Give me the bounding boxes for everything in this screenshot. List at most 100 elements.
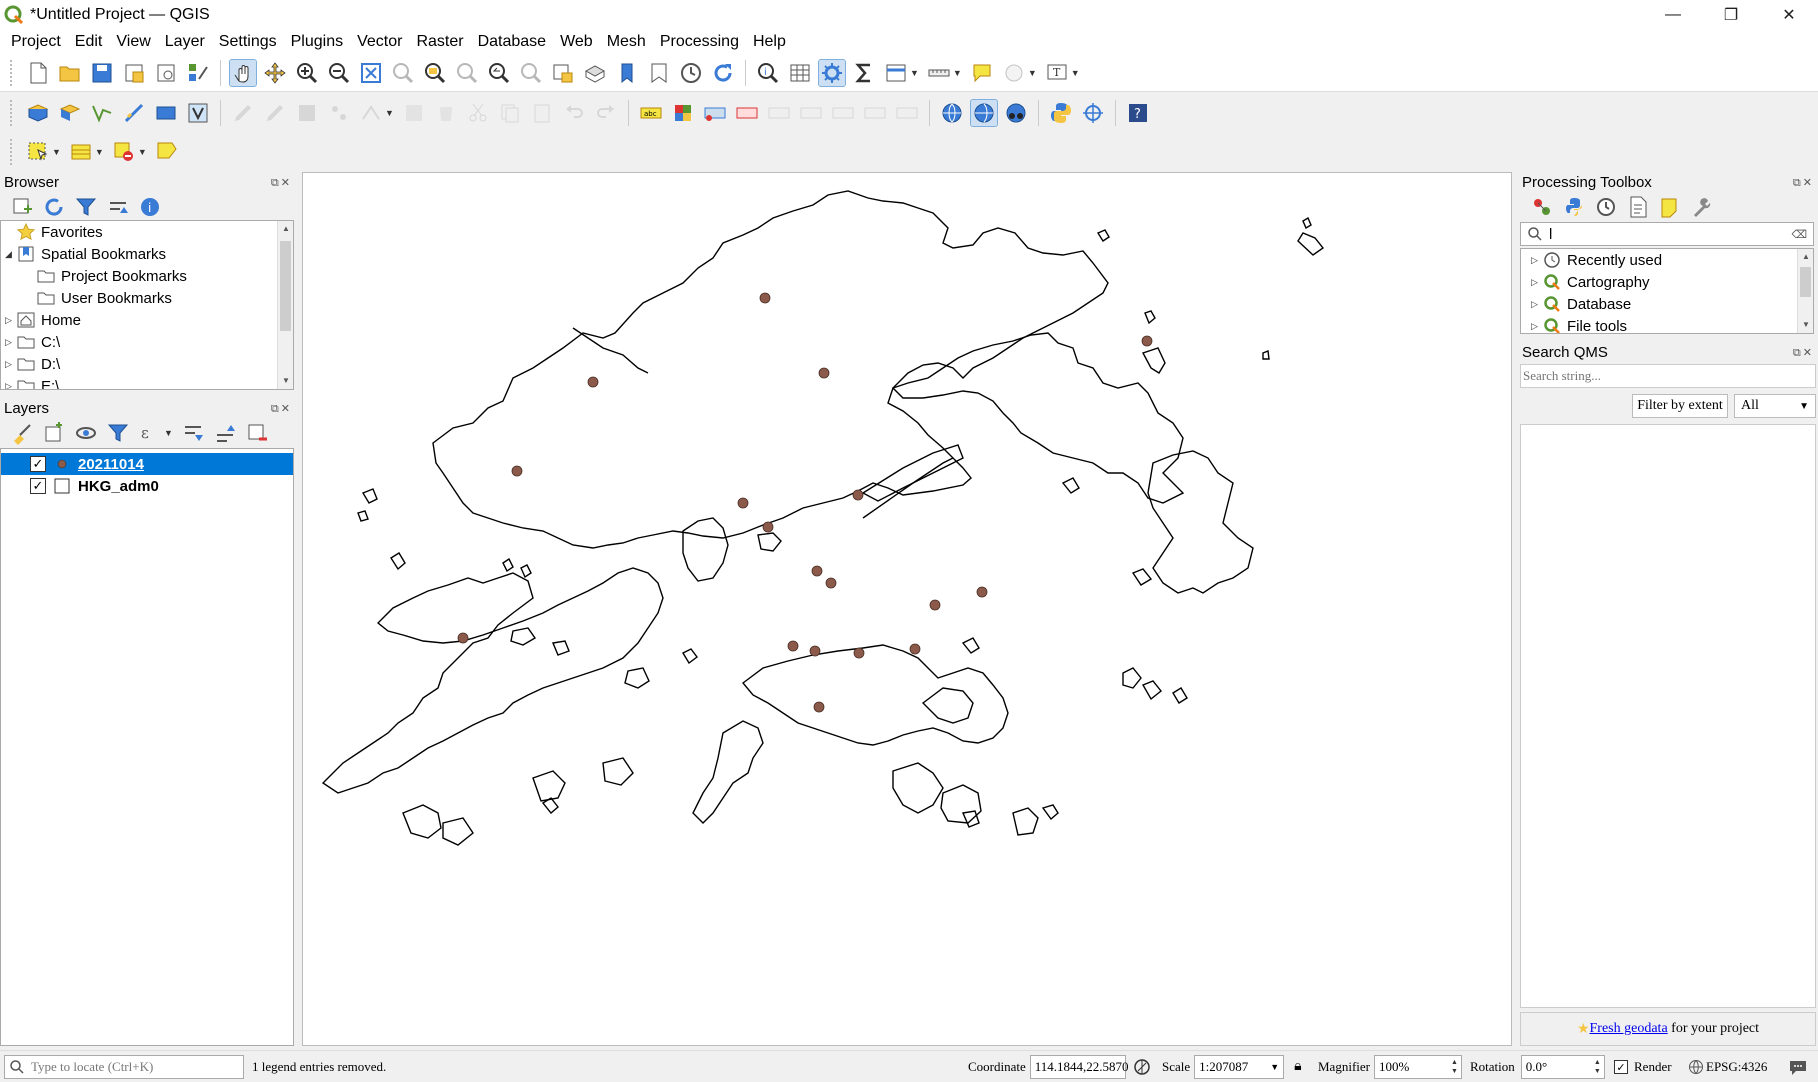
menu-web[interactable]: Web (553, 33, 600, 51)
scrollbar-thumb[interactable] (1800, 267, 1811, 297)
spin-arrows-icon[interactable]: ▲ ▼ (1451, 1058, 1458, 1076)
lock-scale-icon[interactable]: 🔒︎ (1294, 1059, 1301, 1075)
current-edits-icon[interactable] (230, 100, 256, 126)
menu-help[interactable]: Help (746, 33, 793, 51)
render-checkbox[interactable]: ✓ (1614, 1060, 1628, 1074)
zoom-full-icon[interactable] (358, 60, 384, 86)
select-by-location-icon[interactable] (154, 139, 180, 165)
undo-icon[interactable] (561, 100, 587, 126)
show-labels-icon[interactable] (1001, 60, 1027, 86)
maximize-button[interactable]: ❐ (1702, 0, 1760, 30)
help-icon[interactable]: ? (1125, 100, 1151, 126)
tree-item-spatial-bookmarks[interactable]: ◢ Spatial Bookmarks (5, 243, 166, 265)
style-manager-icon[interactable] (185, 60, 211, 86)
coordinate-capture-icon[interactable] (1080, 100, 1106, 126)
text-annotation-icon[interactable]: T (1044, 60, 1070, 86)
provider-cartography[interactable]: ▷ Cartography (1531, 271, 1650, 293)
rotate-label-icon[interactable] (830, 100, 856, 126)
filter-by-expression-icon[interactable]: ε (137, 420, 163, 446)
zoom-next-icon[interactable] (518, 60, 544, 86)
data-source-manager-icon[interactable] (25, 100, 51, 126)
options-wrench-icon[interactable] (1689, 194, 1715, 220)
scroll-up-icon[interactable]: ▲ (1798, 249, 1813, 265)
provider-file-tools[interactable]: ▷ File tools (1531, 315, 1627, 333)
pin-labels-icon[interactable] (734, 100, 760, 126)
attribute-table-icon[interactable] (787, 60, 813, 86)
processing-toolbox-icon[interactable] (818, 58, 846, 87)
new-shapefile-layer-icon[interactable] (89, 100, 115, 126)
locator-input[interactable]: Type to locate (Ctrl+K) (4, 1055, 244, 1079)
zoom-native-icon[interactable] (454, 60, 480, 86)
map-point[interactable] (759, 292, 771, 304)
map-point[interactable] (809, 645, 821, 657)
menu-settings[interactable]: Settings (212, 33, 284, 51)
messages-icon[interactable] (1788, 1051, 1808, 1082)
refresh-icon[interactable] (710, 60, 736, 86)
redo-icon[interactable] (593, 100, 619, 126)
save-project-icon[interactable] (89, 60, 115, 86)
chevron-down-icon[interactable]: ▼ (1028, 68, 1037, 78)
scroll-down-icon[interactable]: ▼ (1798, 317, 1813, 333)
manage-map-themes-icon[interactable] (73, 420, 99, 446)
chevron-down-icon[interactable]: ▼ (953, 68, 962, 78)
vertex-tool-icon[interactable] (358, 100, 384, 126)
toggle-editing-icon[interactable] (262, 100, 288, 126)
globe-download-icon[interactable] (939, 100, 965, 126)
add-selected-layers-icon[interactable] (9, 194, 35, 220)
tree-item-project-bookmarks[interactable]: Project Bookmarks (37, 265, 187, 287)
tree-item-user-bookmarks[interactable]: User Bookmarks (37, 287, 172, 309)
map-point[interactable] (976, 586, 988, 598)
coordinate-toggle-icon[interactable] (1132, 1057, 1152, 1077)
toolbar-grip[interactable] (10, 139, 16, 165)
new-bookmark-icon[interactable] (614, 60, 640, 86)
zoom-last-icon[interactable] (486, 60, 512, 86)
panel-float-close-icon[interactable]: ⧉✕ (271, 176, 292, 190)
zoom-out-icon[interactable] (326, 60, 352, 86)
map-point[interactable] (762, 521, 774, 533)
map-canvas[interactable] (302, 172, 1512, 1046)
close-button[interactable]: ✕ (1760, 0, 1818, 30)
filter-legend-icon[interactable] (105, 420, 131, 446)
chevron-down-icon[interactable]: ▼ (910, 68, 919, 78)
layout-manager-icon[interactable] (153, 60, 179, 86)
menu-project[interactable]: Project (4, 33, 68, 51)
pan-map-icon[interactable] (229, 58, 257, 87)
scroll-down-icon[interactable]: ▼ (278, 373, 293, 389)
scroll-up-icon[interactable]: ▲ (278, 221, 293, 237)
collapse-all-icon[interactable] (105, 194, 131, 220)
clear-search-icon[interactable]: ⌫ (1791, 228, 1807, 241)
python-console-icon[interactable] (1048, 100, 1074, 126)
globe-binoculars-icon[interactable] (1003, 100, 1029, 126)
unpinned-labels-icon[interactable] (894, 100, 920, 126)
collapse-all-icon[interactable] (212, 420, 238, 446)
map-point[interactable] (929, 599, 941, 611)
expand-all-icon[interactable] (180, 420, 206, 446)
select-by-expression-icon[interactable] (68, 139, 94, 165)
panel-float-close-icon[interactable]: ⧉✕ (1793, 176, 1814, 190)
provider-recently-used[interactable]: ▷ Recently used (1531, 249, 1662, 271)
layer-visibility-checkbox[interactable]: ✓ (30, 456, 46, 472)
chevron-right-icon[interactable]: ▷ (5, 381, 17, 390)
python-scripts-icon[interactable] (1561, 194, 1587, 220)
map-point[interactable] (818, 367, 830, 379)
remove-layer-icon[interactable] (244, 420, 270, 446)
toolbar-grip[interactable] (10, 59, 16, 86)
pan-to-selection-icon[interactable] (262, 60, 288, 86)
menu-vector[interactable]: Vector (350, 33, 409, 51)
map-tips-icon[interactable] (969, 60, 995, 86)
provider-database[interactable]: ▷ Database (1531, 293, 1631, 315)
zoom-to-layer-icon[interactable] (422, 60, 448, 86)
new-print-layout-icon[interactable] (121, 60, 147, 86)
show-bookmarks-icon[interactable] (646, 60, 672, 86)
map-point[interactable] (852, 489, 864, 501)
toolbar-grip[interactable] (10, 100, 16, 126)
filter-icon[interactable] (73, 194, 99, 220)
new-spatialite-layer-icon[interactable] (121, 100, 147, 126)
show-hide-labels-icon[interactable] (766, 100, 792, 126)
qms-search-input[interactable] (1520, 364, 1816, 388)
properties-info-icon[interactable]: i (137, 194, 163, 220)
zoom-in-icon[interactable] (294, 60, 320, 86)
new-geopackage-layer-icon[interactable] (57, 100, 83, 126)
select-features-icon[interactable] (25, 139, 51, 165)
new-temporary-layer-icon[interactable] (153, 100, 179, 126)
